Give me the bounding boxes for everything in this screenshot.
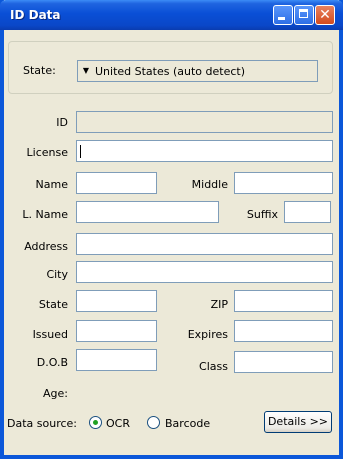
- ocr-radio[interactable]: [89, 416, 102, 429]
- id-label: ID: [56, 116, 68, 129]
- window-title: ID Data: [10, 8, 61, 22]
- radio-selected-dot: [93, 420, 98, 425]
- id-field: [76, 111, 333, 133]
- title-bar[interactable]: ID Data ✕: [0, 0, 343, 30]
- middle-field[interactable]: [234, 172, 333, 194]
- city-field[interactable]: [76, 261, 333, 283]
- dob-label: D.O.B: [36, 356, 68, 369]
- last-name-field[interactable]: [76, 201, 219, 223]
- issued-field[interactable]: [76, 320, 157, 342]
- maximize-icon: [299, 9, 308, 18]
- issued-label: Issued: [32, 328, 68, 341]
- suffix-field[interactable]: [284, 201, 331, 223]
- maximize-button[interactable]: [294, 5, 314, 25]
- license-label: License: [26, 146, 68, 159]
- barcode-radio[interactable]: [147, 416, 160, 429]
- barcode-radio-label[interactable]: Barcode: [165, 417, 210, 430]
- zip-label: ZIP: [210, 298, 228, 311]
- close-icon: ✕: [319, 7, 331, 23]
- dob-field[interactable]: [76, 349, 157, 371]
- state-select-label: State:: [23, 64, 56, 77]
- last-name-label: L. Name: [22, 208, 68, 221]
- state-select[interactable]: ▼ United States (auto detect): [77, 60, 318, 82]
- class-label: Class: [199, 360, 228, 373]
- close-button[interactable]: ✕: [315, 5, 335, 25]
- ocr-radio-label[interactable]: OCR: [106, 417, 130, 430]
- address-label: Address: [24, 240, 68, 253]
- state-field[interactable]: [76, 290, 157, 312]
- data-source-label: Data source:: [7, 417, 77, 430]
- suffix-label: Suffix: [246, 208, 278, 221]
- middle-label: Middle: [191, 178, 228, 191]
- text-caret: [80, 145, 81, 158]
- name-field[interactable]: [76, 172, 157, 194]
- minimize-button[interactable]: [273, 5, 293, 25]
- name-label: Name: [35, 178, 68, 191]
- age-label: Age:: [43, 387, 68, 400]
- expires-label: Expires: [187, 328, 228, 341]
- state-label: State: [38, 298, 68, 311]
- minimize-icon: [278, 17, 285, 20]
- class-field[interactable]: [234, 351, 333, 373]
- address-field[interactable]: [76, 233, 333, 255]
- license-field[interactable]: [76, 140, 333, 162]
- details-button[interactable]: Details >>: [264, 411, 332, 433]
- zip-field[interactable]: [234, 290, 333, 312]
- state-select-value: United States (auto detect): [95, 65, 246, 78]
- dropdown-arrow-icon[interactable]: ▼: [80, 63, 92, 79]
- city-label: City: [46, 268, 68, 281]
- expires-field[interactable]: [234, 320, 333, 342]
